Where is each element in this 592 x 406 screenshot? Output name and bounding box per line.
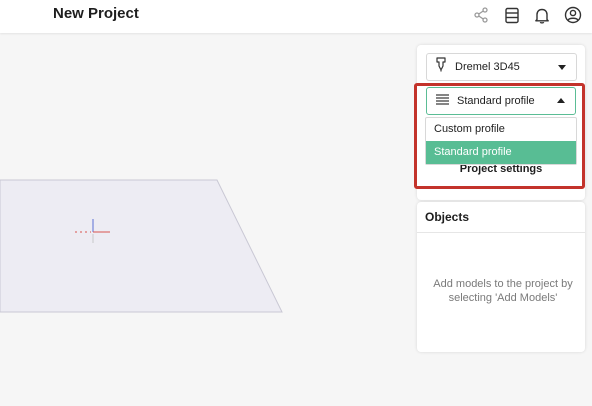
profile-select[interactable]: Standard profile bbox=[426, 87, 576, 115]
profile-list-icon bbox=[436, 92, 449, 110]
build-plate bbox=[0, 179, 283, 313]
divider bbox=[417, 232, 585, 233]
account-icon[interactable] bbox=[563, 5, 583, 25]
printer-select[interactable]: Dremel 3D45 bbox=[426, 53, 577, 81]
objects-panel: Objects Add models to the project by sel… bbox=[417, 202, 585, 352]
chevron-down-icon bbox=[558, 65, 566, 70]
library-icon[interactable] bbox=[502, 5, 522, 25]
nozzle-icon bbox=[435, 57, 447, 77]
profile-select-label: Standard profile bbox=[457, 95, 535, 107]
profile-dropdown-menu: Custom profile Standard profile bbox=[425, 117, 577, 165]
dropdown-option-standard-profile[interactable]: Standard profile bbox=[426, 141, 576, 164]
share-icon[interactable] bbox=[471, 5, 491, 25]
objects-title: Objects bbox=[425, 210, 470, 224]
project-title: New Project bbox=[53, 5, 139, 22]
chevron-up-icon bbox=[557, 98, 565, 103]
printer-select-label: Dremel 3D45 bbox=[455, 61, 520, 73]
notifications-icon[interactable] bbox=[532, 5, 552, 25]
objects-empty-message: Add models to the project by selecting '… bbox=[433, 278, 573, 304]
dropdown-option-custom-profile[interactable]: Custom profile bbox=[426, 118, 576, 141]
top-bar: New Project bbox=[0, 0, 592, 33]
